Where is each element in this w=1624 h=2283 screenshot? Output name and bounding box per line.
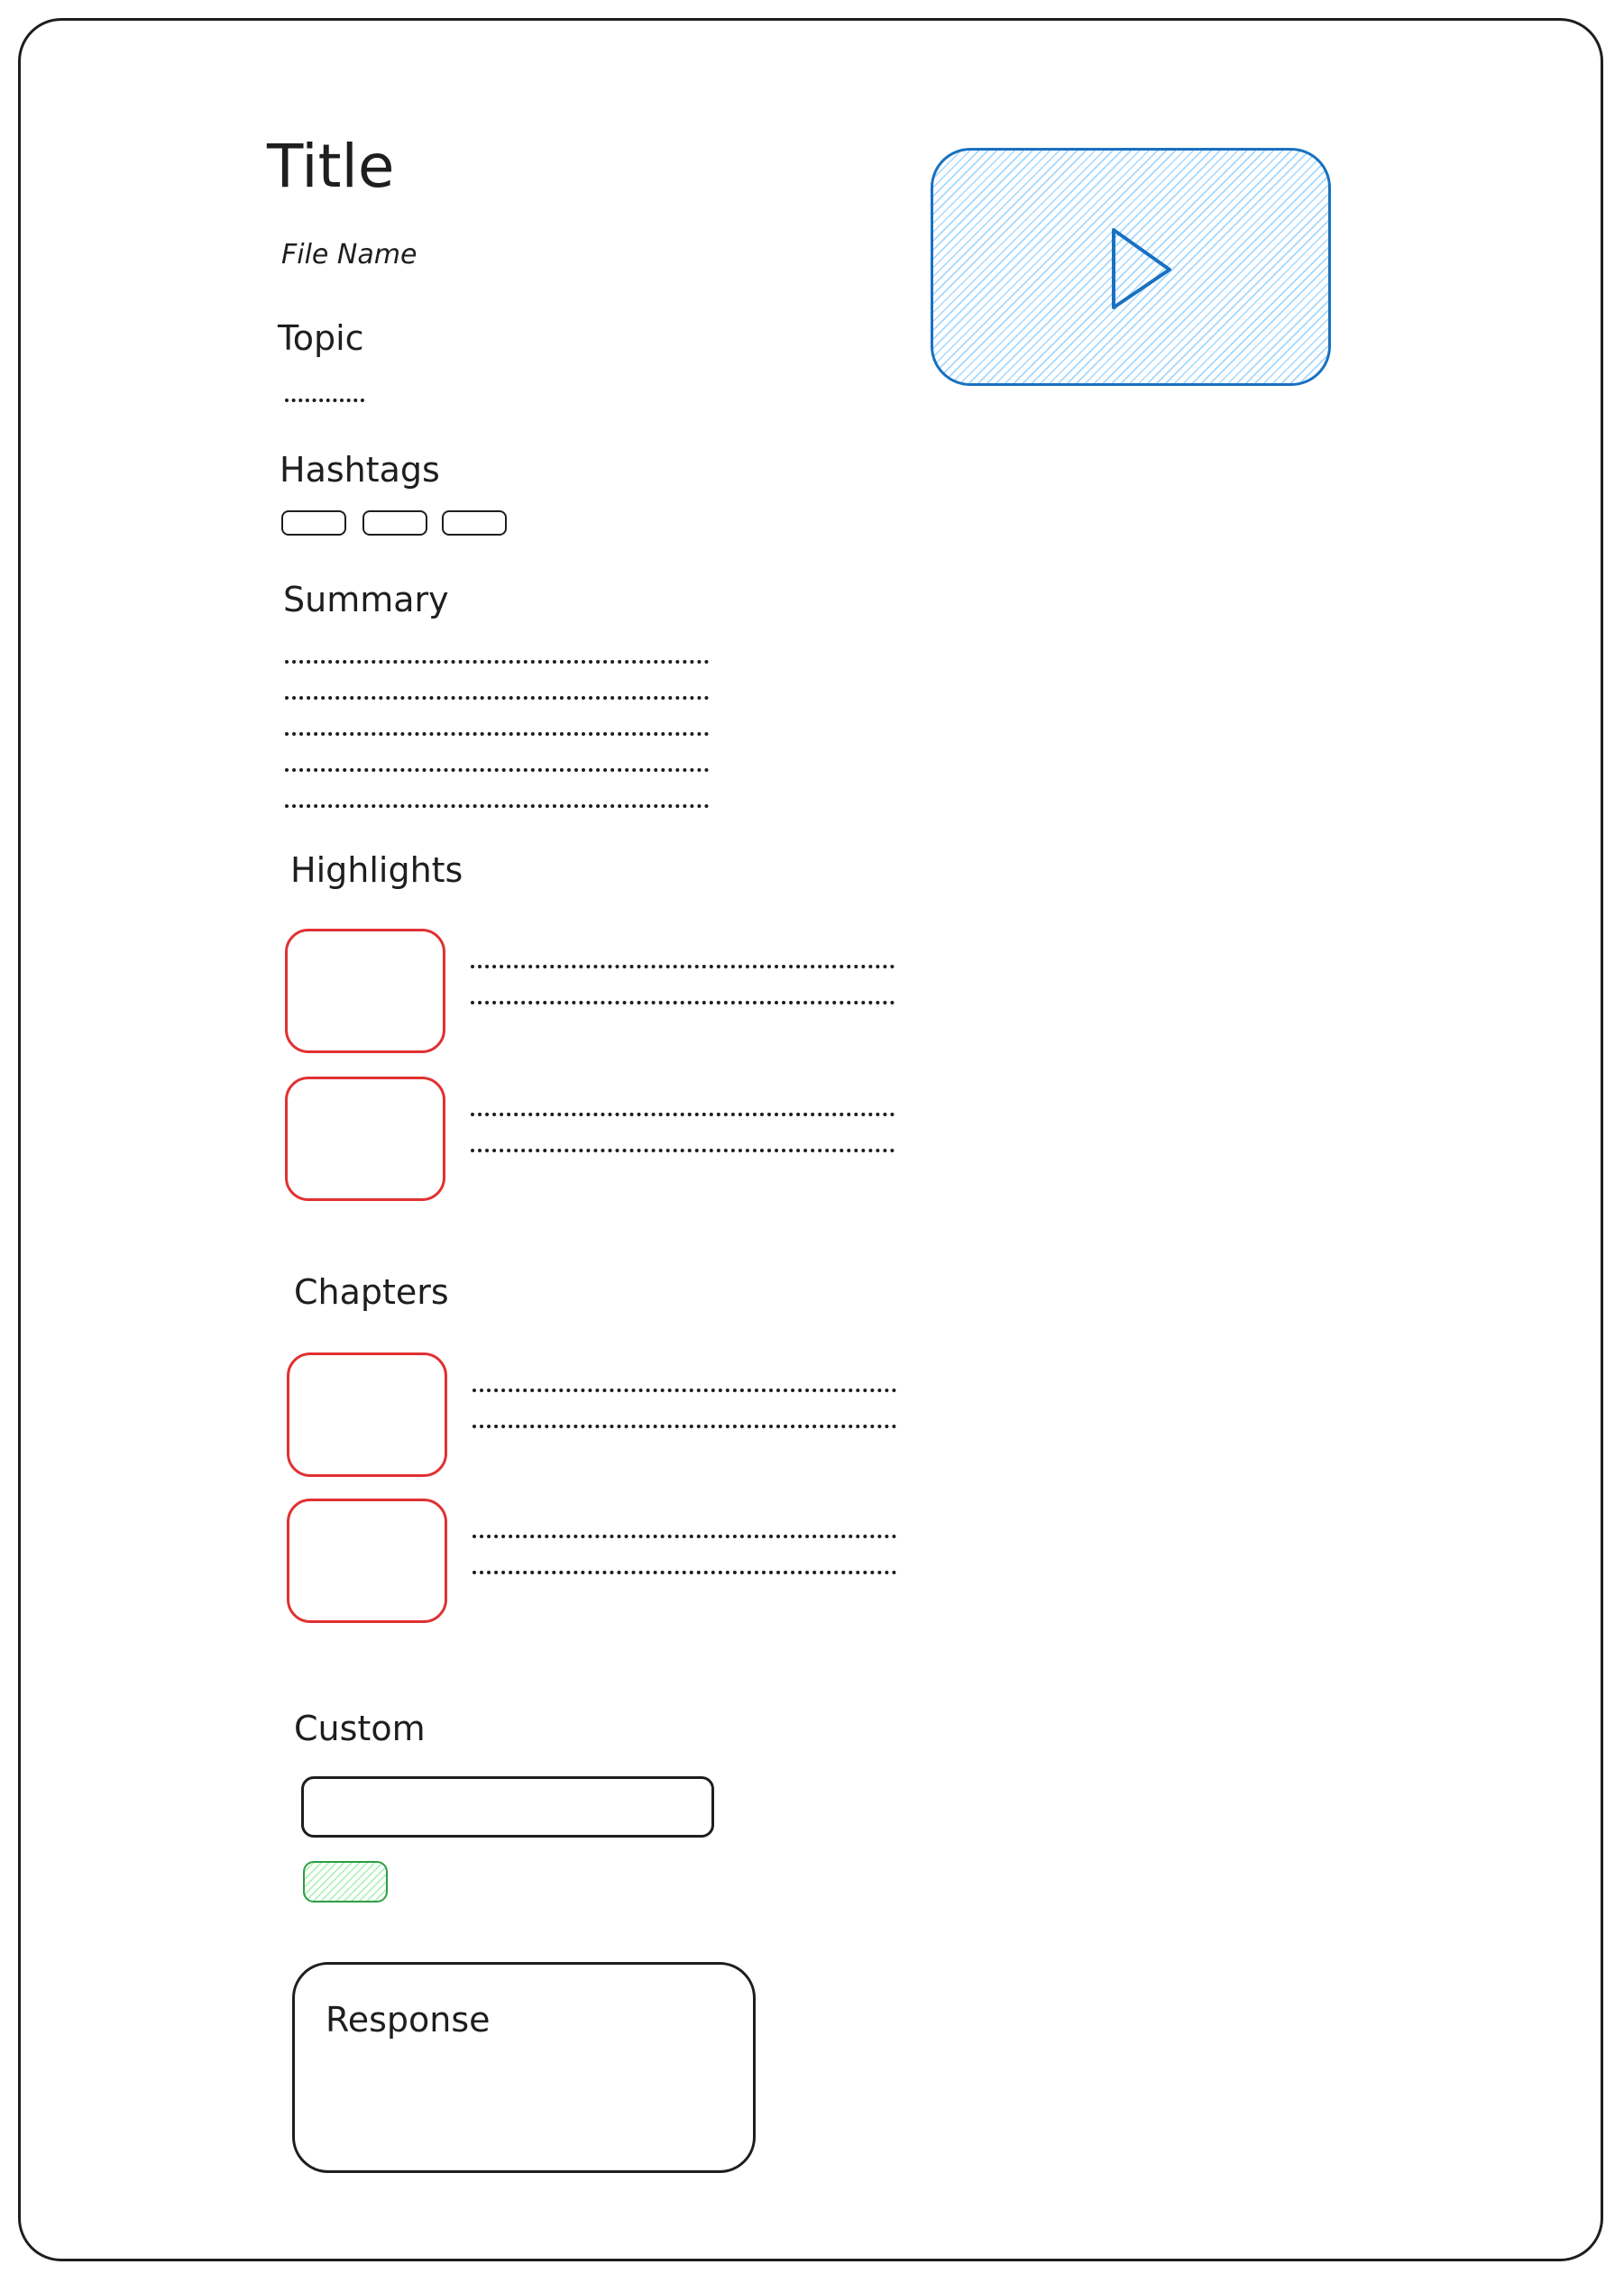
highlights-heading: Highlights <box>290 850 463 890</box>
chapter-text-line <box>473 1535 896 1538</box>
submit-button[interactable] <box>303 1861 388 1902</box>
summary-heading: Summary <box>283 580 449 619</box>
summary-placeholder-line <box>285 804 709 808</box>
highlight-text-line <box>471 1149 895 1152</box>
hashtags-heading: Hashtags <box>280 450 440 490</box>
page-title: Title <box>267 132 395 201</box>
highlight-thumbnail[interactable] <box>285 1077 445 1201</box>
play-icon[interactable] <box>933 151 1334 389</box>
video-player[interactable] <box>931 148 1331 386</box>
highlight-text-line <box>471 1001 895 1004</box>
response-box: Response <box>292 1962 756 2173</box>
summary-placeholder-line <box>285 768 709 772</box>
summary-placeholder-line <box>285 660 709 664</box>
highlight-thumbnail[interactable] <box>285 929 445 1053</box>
chapter-text-line <box>473 1389 896 1392</box>
custom-heading: Custom <box>294 1709 426 1748</box>
highlight-text-line <box>471 1113 895 1116</box>
chapter-thumbnail[interactable] <box>287 1499 447 1623</box>
chapter-text-line <box>473 1571 896 1574</box>
hashtag-chip[interactable] <box>281 510 346 536</box>
chapters-heading: Chapters <box>294 1272 449 1312</box>
chapter-thumbnail[interactable] <box>287 1352 447 1477</box>
topic-placeholder-line <box>285 399 364 402</box>
summary-placeholder-line <box>285 732 709 736</box>
highlight-text-line <box>471 965 895 968</box>
hashtag-chip[interactable] <box>362 510 427 536</box>
topic-heading: Topic <box>278 318 364 358</box>
summary-placeholder-line <box>285 696 709 700</box>
hashtag-chip[interactable] <box>442 510 507 536</box>
page-frame <box>18 18 1603 2261</box>
response-label: Response <box>326 2000 491 2040</box>
file-name: File Name <box>281 239 417 270</box>
chapter-text-line <box>473 1425 896 1428</box>
custom-prompt-input[interactable] <box>301 1776 714 1838</box>
